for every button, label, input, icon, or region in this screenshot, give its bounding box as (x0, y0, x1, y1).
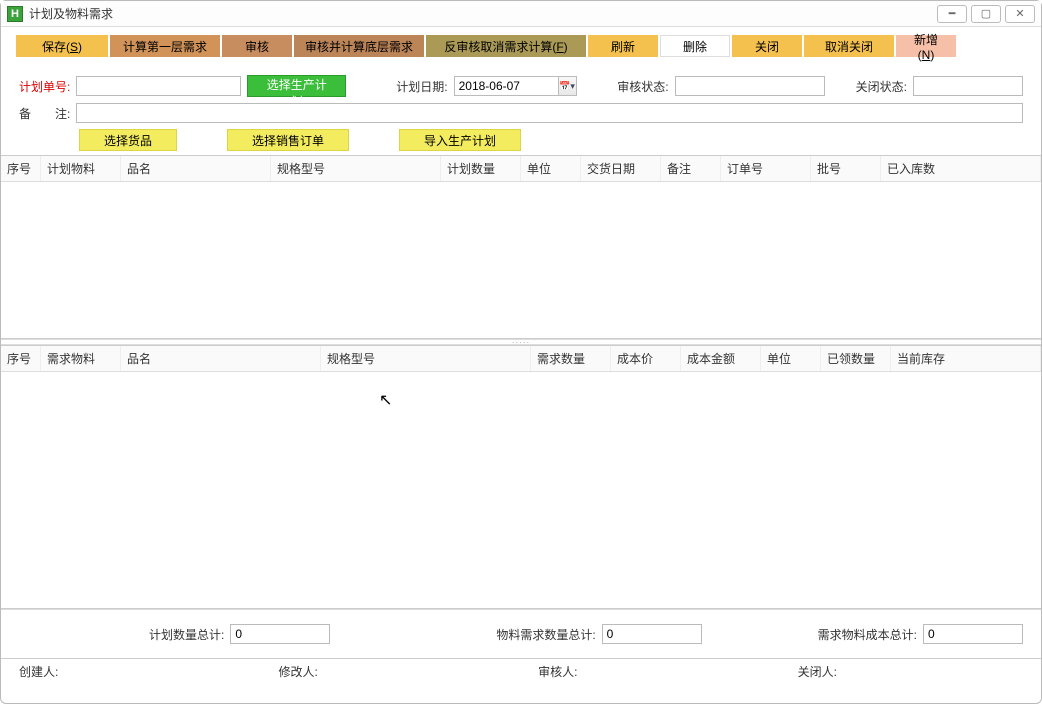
date-picker-button[interactable]: 📅▾ (559, 76, 577, 96)
plan-grid: 序号 计划物料 品名 规格型号 计划数量 单位 交货日期 备注 订单号 批号 已… (1, 155, 1041, 339)
close-status-field[interactable] (913, 76, 1023, 96)
col-plan-qty[interactable]: 计划数量 (441, 156, 521, 181)
requirement-grid-body[interactable] (1, 372, 1041, 608)
col2-unit[interactable]: 单位 (761, 346, 821, 371)
auditor-label: 审核人: (538, 663, 577, 680)
window-title: 计划及物料需求 (29, 5, 113, 22)
close-button[interactable]: 关闭 (732, 35, 802, 57)
col-name[interactable]: 品名 (121, 156, 271, 181)
col-delivery-date[interactable]: 交货日期 (581, 156, 661, 181)
totals-bar: 计划数量总计: 物料需求数量总计: 需求物料成本总计: (1, 609, 1041, 658)
close-window-button[interactable]: ✕ (1005, 5, 1035, 23)
cancel-close-button[interactable]: 取消关闭 (804, 35, 894, 57)
plan-qty-total-label: 计划数量总计: (149, 626, 224, 643)
plan-qty-total-field[interactable] (230, 624, 330, 644)
col-stored-qty[interactable]: 已入库数 (881, 156, 1041, 181)
plan-no-label: 计划单号: (19, 78, 70, 95)
col2-req-material[interactable]: 需求物料 (41, 346, 121, 371)
save-button[interactable]: 保存(S) (16, 35, 108, 57)
col2-seq[interactable]: 序号 (1, 346, 41, 371)
select-goods-button[interactable]: 选择货品 (79, 129, 177, 151)
plan-no-input[interactable] (76, 76, 241, 96)
app-icon: H (7, 6, 23, 22)
req-cost-total-label: 需求物料成本总计: (818, 626, 917, 643)
calc-first-layer-button[interactable]: 计算第一层需求 (110, 35, 220, 57)
req-qty-total-field[interactable] (602, 624, 702, 644)
col-seq[interactable]: 序号 (1, 156, 41, 181)
col-remark[interactable]: 备注 (661, 156, 721, 181)
audit-calc-bottom-button[interactable]: 审核并计算底层需求 (294, 35, 424, 57)
new-button[interactable]: 新增(N) (896, 35, 956, 57)
plan-grid-body[interactable] (1, 182, 1041, 338)
audit-status-field[interactable] (675, 76, 825, 96)
select-sales-order-button[interactable]: 选择销售订单 (227, 129, 349, 151)
import-production-plan-button[interactable]: 导入生产计划 (399, 129, 521, 151)
refresh-button[interactable]: 刷新 (588, 35, 658, 57)
requirement-grid-header: 序号 需求物料 品名 规格型号 需求数量 成本价 成本金额 单位 已领数量 当前… (1, 346, 1041, 372)
minimize-button[interactable]: ━ (937, 5, 967, 23)
remark-label: 备 注: (19, 105, 70, 122)
closer-label: 关闭人: (798, 663, 837, 680)
col2-spec[interactable]: 规格型号 (321, 346, 531, 371)
app-window: H 计划及物料需求 ━ ▢ ✕ 保存(S) 计算第一层需求 审核 审核并计算底层… (0, 0, 1042, 704)
select-production-plan-button[interactable]: 选择生产计划 (247, 75, 346, 97)
unaudit-cancel-button[interactable]: 反审核取消需求计算(F) (426, 35, 586, 57)
close-status-label: 关闭状态: (856, 78, 907, 95)
status-bar: 创建人: 修改人: 审核人: 关闭人: (1, 658, 1041, 686)
col-unit[interactable]: 单位 (521, 156, 581, 181)
col2-current-stock[interactable]: 当前库存 (891, 346, 1041, 371)
col2-name[interactable]: 品名 (121, 346, 321, 371)
audit-button[interactable]: 审核 (222, 35, 292, 57)
title-bar: H 计划及物料需求 ━ ▢ ✕ (1, 1, 1041, 27)
window-controls: ━ ▢ ✕ (933, 5, 1035, 23)
col-order-no[interactable]: 订单号 (721, 156, 811, 181)
col-batch[interactable]: 批号 (811, 156, 881, 181)
creator-label: 创建人: (19, 663, 58, 680)
col2-req-qty[interactable]: 需求数量 (531, 346, 611, 371)
req-qty-total-label: 物料需求数量总计: (496, 626, 595, 643)
req-cost-total-field[interactable] (923, 624, 1023, 644)
delete-button[interactable]: 删除 (660, 35, 730, 57)
plan-grid-header: 序号 计划物料 品名 规格型号 计划数量 单位 交货日期 备注 订单号 批号 已… (1, 156, 1041, 182)
col2-issued-qty[interactable]: 已领数量 (821, 346, 891, 371)
col-plan-material[interactable]: 计划物料 (41, 156, 121, 181)
form-area: 计划单号: 选择生产计划 计划日期: 📅▾ 审核状态: 关闭状态: 备 注: 选… (1, 65, 1041, 155)
col2-cost-price[interactable]: 成本价 (611, 346, 681, 371)
main-toolbar: 保存(S) 计算第一层需求 审核 审核并计算底层需求 反审核取消需求计算(F) … (1, 27, 1041, 65)
modifier-label: 修改人: (279, 663, 318, 680)
plan-date-label: 计划日期: (396, 78, 447, 95)
col2-cost-amount[interactable]: 成本金额 (681, 346, 761, 371)
maximize-button[interactable]: ▢ (971, 5, 1001, 23)
audit-status-label: 审核状态: (617, 78, 668, 95)
requirement-grid: 序号 需求物料 品名 规格型号 需求数量 成本价 成本金额 单位 已领数量 当前… (1, 345, 1041, 609)
plan-date-input[interactable] (454, 76, 559, 96)
remark-input[interactable] (76, 103, 1023, 123)
col-spec[interactable]: 规格型号 (271, 156, 441, 181)
